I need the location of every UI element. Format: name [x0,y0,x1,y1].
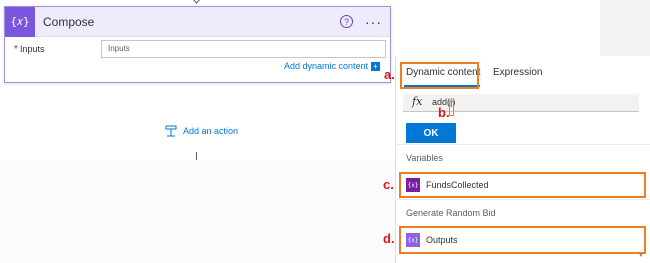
flow-connector-bottom [196,152,197,160]
annotation-box-d [399,226,646,254]
add-an-action-button[interactable]: Add an action [165,125,238,137]
annotation-box-c [399,172,646,198]
ok-button[interactable]: OK [406,123,456,143]
section-header-variables: Variables [406,153,443,163]
fx-icon: fx [412,95,423,108]
help-icon[interactable]: ? [340,15,353,28]
tab-expression[interactable]: Expression [493,67,542,78]
add-action-icon [165,125,177,137]
compose-icon: {𝑥} [5,6,35,37]
compose-header[interactable]: {𝑥} Compose ? ··· [5,6,390,37]
compose-title[interactable]: Compose [43,15,340,29]
annotation-box-b [449,101,454,116]
add-dynamic-content-link[interactable]: Add dynamic content [284,61,368,71]
compose-action-card[interactable]: {𝑥} Compose ? ··· * Inputs Inputs Add dy… [4,6,391,83]
required-marker: * [14,44,18,55]
divider [397,144,650,145]
divider [397,199,650,200]
add-action-label: Add an action [183,126,239,136]
inputs-label: Inputs [20,44,45,54]
annotation-label-a: a. [384,67,395,82]
more-options-icon[interactable]: ··· [365,15,382,29]
annotation-label-d: d. [383,231,395,246]
annotation-label-c: c. [383,177,394,192]
inputs-field[interactable]: Inputs [101,40,386,58]
add-dynamic-content-button[interactable]: + [371,62,380,71]
scroll-down-icon[interactable]: ▼ [638,253,646,259]
annotation-label-b: b. [438,105,450,120]
section-header-generate-random-bid: Generate Random Bid [406,208,496,218]
annotation-box-a [400,62,479,89]
